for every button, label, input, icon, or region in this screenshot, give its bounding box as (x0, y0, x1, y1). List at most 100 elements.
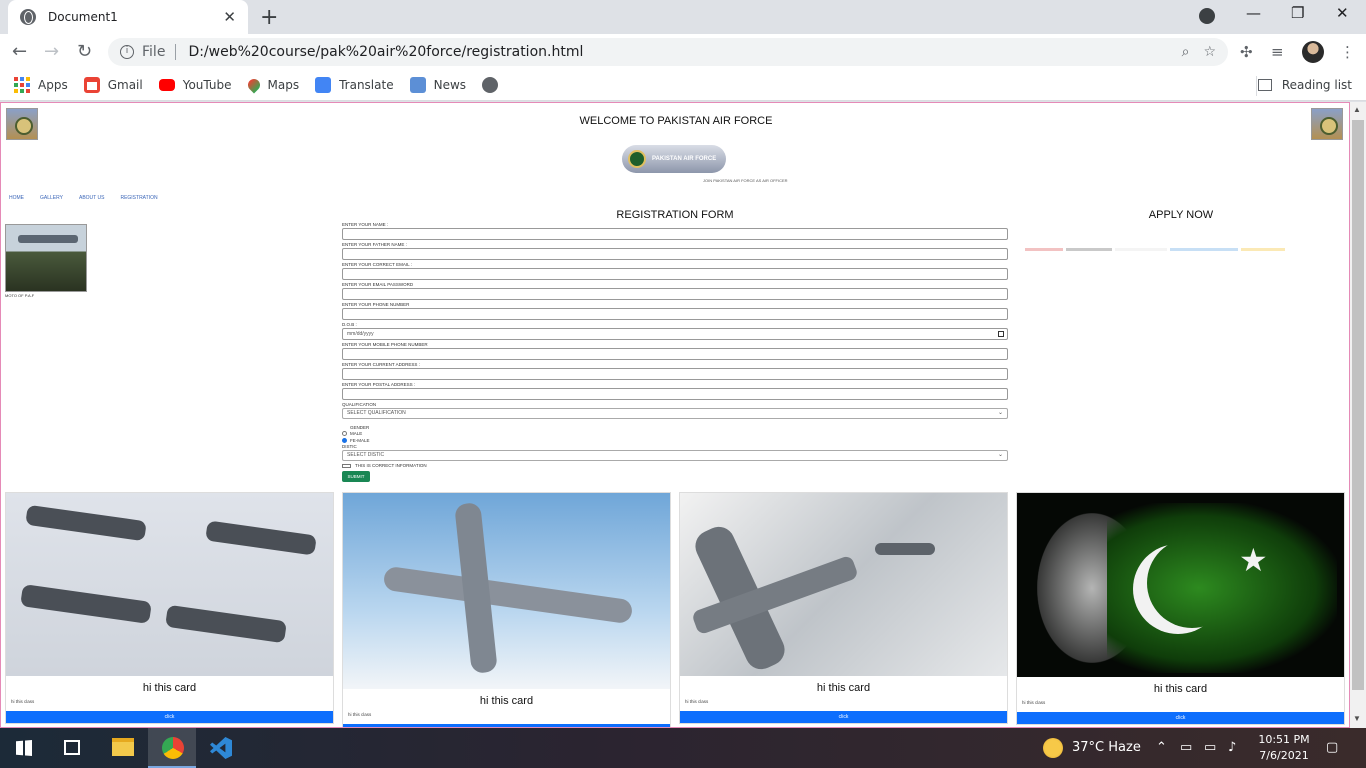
jets-clouds-image (680, 493, 1007, 676)
checkbox-label: THIS IS CORRECT INFORMATION (355, 463, 427, 468)
district-select[interactable]: SELECT DISTIC ⌄ (342, 450, 1008, 461)
tab-search-icon[interactable] (1199, 8, 1215, 24)
field-label: ENTER YOUR FATHER NAME : (342, 242, 407, 247)
bookmark-globe[interactable] (482, 77, 506, 93)
zoom-search-icon[interactable]: ⌕ (1182, 44, 1190, 60)
notifications-icon[interactable]: ▢ (1326, 740, 1338, 755)
card-button[interactable]: click (680, 711, 1007, 723)
card-text: hi this class (11, 699, 35, 704)
email-input[interactable] (342, 268, 1008, 280)
file-explorer-icon[interactable] (112, 738, 134, 756)
bookmark-label: YouTube (182, 78, 232, 92)
field-label: QUALIFICATION (342, 402, 377, 407)
media-control-icon[interactable]: ≡ (1271, 43, 1284, 61)
gmail-icon (83, 77, 100, 93)
youtube-icon (158, 79, 175, 91)
nav-links: HOME GALLERY ABOUT US REGISTRATION (9, 195, 158, 201)
confirm-checkbox-row[interactable]: THIS IS CORRECT INFORMATION (342, 463, 1008, 468)
radio-button-selected[interactable] (342, 438, 347, 443)
clock-time: 10:51 PM (1258, 733, 1310, 746)
bookmark-maps[interactable]: Maps (245, 76, 300, 94)
close-window-button[interactable]: ✕ (1336, 4, 1349, 22)
gender-option-female[interactable]: FE-MALE (342, 437, 1008, 444)
card-button[interactable]: click (6, 711, 333, 723)
bookmark-gmail[interactable]: Gmail (83, 77, 143, 93)
logo-text: PAKISTAN AIR FORCE (652, 156, 717, 162)
scroll-up-icon[interactable]: ▲ (1353, 105, 1361, 114)
vscode-icon[interactable] (210, 737, 232, 759)
volume-icon[interactable]: ♪ (1228, 740, 1236, 755)
qualification-select[interactable]: SELECT QUALIFICATION ⌄ (342, 408, 1008, 419)
reading-list-label: Reading list (1281, 78, 1352, 92)
father-name-input[interactable] (342, 248, 1008, 260)
reading-list-button[interactable]: Reading list (1257, 78, 1352, 92)
name-input[interactable] (342, 228, 1008, 240)
menu-icon[interactable]: ⋮ (1340, 43, 1355, 61)
postal-address-input[interactable] (342, 388, 1008, 400)
nav-home[interactable]: HOME (9, 195, 24, 201)
radio-button[interactable] (342, 431, 347, 436)
color-bar (1025, 248, 1063, 251)
field-label: ENTER YOUR MOBILE PHONE NUMBER (342, 342, 428, 347)
show-hidden-icons[interactable]: ⌃ (1156, 740, 1167, 755)
password-input[interactable] (342, 288, 1008, 300)
card-button[interactable]: click (1017, 712, 1344, 724)
jet-climb-image (343, 493, 670, 689)
restore-button[interactable]: ❐ (1291, 4, 1304, 22)
windows-start-icon[interactable] (16, 740, 32, 756)
forward-button[interactable]: → (44, 41, 59, 62)
mobile-input[interactable] (342, 348, 1008, 360)
bookmark-label: Maps (267, 78, 300, 92)
paf-logo: PAKISTAN AIR FORCE (622, 145, 726, 173)
bookmark-apps[interactable]: Apps (14, 77, 68, 93)
dob-input[interactable]: mm/dd/yyyy (342, 328, 1008, 340)
card-title: hi this card (816, 682, 871, 694)
card-text: hi this class (1022, 700, 1046, 705)
card: hi this card hi this class click (5, 492, 334, 724)
chevron-down-icon: ⌄ (997, 452, 1003, 458)
tab-strip: Document1 ✕ + — ❐ ✕ (0, 0, 1366, 34)
close-tab-icon[interactable]: ✕ (223, 8, 236, 26)
network-icon[interactable]: ▭ (1180, 740, 1192, 755)
select-value: SELECT DISTIC (347, 452, 385, 458)
current-address-input[interactable] (342, 368, 1008, 380)
page-scrollbar[interactable]: ▲ ▼ (1350, 102, 1366, 728)
card: hi this card hi this class (342, 492, 671, 727)
field-label: D.O.B : (342, 322, 357, 327)
gender-option-male[interactable]: MALE (342, 430, 1008, 437)
bookmark-youtube[interactable]: YouTube (158, 78, 232, 92)
info-icon[interactable]: i (120, 45, 134, 59)
bookmark-star-icon[interactable]: ☆ (1203, 44, 1216, 60)
bookmark-news[interactable]: News (409, 77, 467, 93)
nav-gallery[interactable]: GALLERY (40, 195, 63, 201)
phone-input[interactable] (342, 308, 1008, 320)
field-label: ENTER YOUR CORRECT EMAIL : (342, 262, 412, 267)
submit-button[interactable]: SUBMIT (342, 471, 370, 482)
profile-avatar[interactable] (1302, 41, 1324, 63)
extensions-icon[interactable]: ✣ (1240, 43, 1253, 61)
calendar-icon[interactable] (998, 331, 1004, 337)
bookmarks-bar: Apps Gmail YouTube Maps Translate News R… (0, 70, 1366, 101)
bookmark-label: News (433, 78, 467, 92)
nav-about-us[interactable]: ABOUT US (79, 195, 104, 201)
translate-icon (315, 77, 332, 93)
system-clock[interactable]: 10:51 PM 7/6/2021 (1252, 732, 1316, 764)
address-bar[interactable]: i File D:/web%20course/pak%20air%20force… (108, 38, 1228, 66)
bookmark-translate[interactable]: Translate (315, 77, 394, 93)
reload-button[interactable]: ↻ (77, 41, 92, 62)
url-text[interactable]: D:/web%20course/pak%20air%20force/regist… (188, 44, 1167, 60)
minimize-button[interactable]: — (1246, 4, 1261, 22)
new-tab-button[interactable]: + (260, 5, 278, 30)
browser-tab[interactable]: Document1 ✕ (8, 0, 248, 34)
globe-icon (482, 77, 499, 93)
weather-text[interactable]: 37°C Haze (1072, 740, 1141, 755)
scrollbar-thumb[interactable] (1352, 120, 1364, 690)
scroll-down-icon[interactable]: ▼ (1353, 714, 1361, 723)
checkbox[interactable] (342, 463, 351, 468)
nav-registration[interactable]: REGISTRATION (120, 195, 157, 201)
display-icon[interactable]: ▭ (1204, 740, 1216, 755)
task-view-icon[interactable] (64, 740, 80, 755)
weather-icon[interactable] (1043, 738, 1063, 758)
back-button[interactable]: ← (12, 41, 27, 62)
field-label: ENTER YOUR EMAIL PASSWORD (342, 282, 414, 287)
